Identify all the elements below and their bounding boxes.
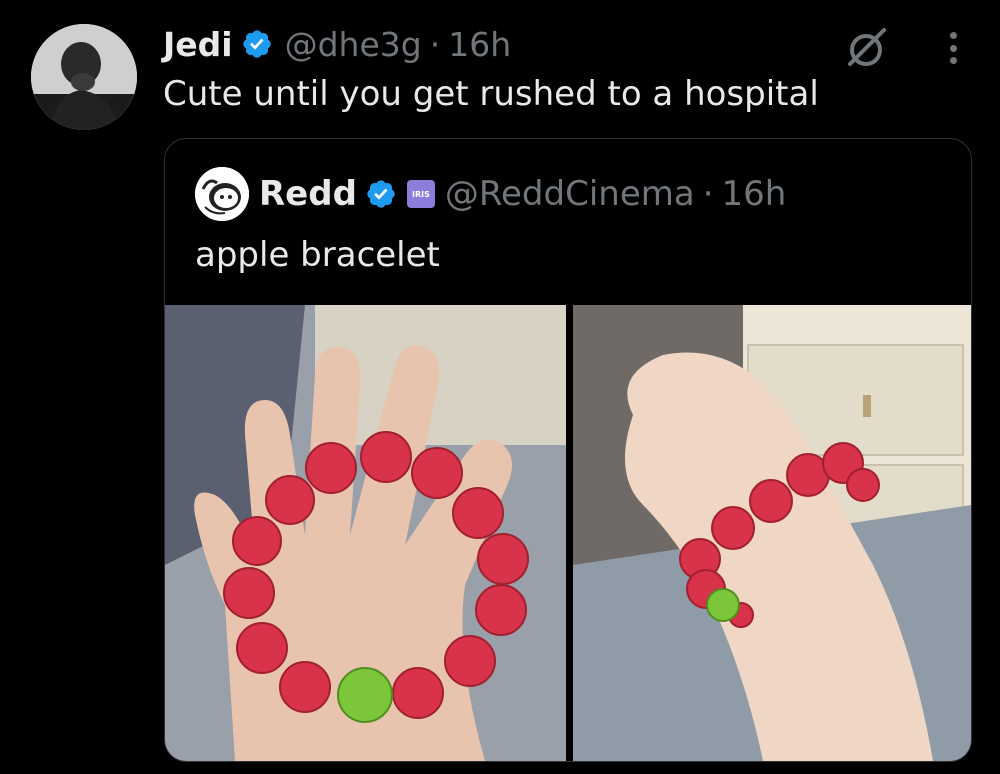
quoted-author-handle[interactable]: @ReddCinema [445,174,695,214]
more-options-icon[interactable] [936,28,970,68]
quoted-tweet-text: apple bracelet [195,235,440,275]
apple-bracelet-wrist-photo [573,305,971,761]
quoted-tweet-header: Redd IRIS @ReddCinema · 16h [259,171,786,217]
author-name[interactable]: Jedi [163,25,233,64]
more-dot [949,32,957,39]
author-handle[interactable]: @dhe3g [285,25,422,64]
quoted-author-avatar[interactable] [195,167,249,221]
more-dot [949,57,957,64]
quoted-avatar-drawing [195,167,249,221]
avatar-photo [31,24,137,130]
tweet-time[interactable]: 16h [448,25,511,64]
more-dot [949,44,957,52]
quoted-author-name[interactable]: Redd [259,174,357,214]
meta-separator: · [429,24,441,64]
quoted-tweet-card[interactable]: Redd IRIS @ReddCinema · 16h apple bracel… [164,138,972,762]
verified-badge-icon [365,178,397,210]
affiliate-badge-icon: IRIS [406,180,435,208]
meta-separator: · [702,174,714,214]
apple-bracelet-hand-photo [165,305,566,761]
grok-icon[interactable] [842,24,890,72]
tweet-header: Jedi @dhe3g · 16h [163,22,511,66]
tweet-text: Cute until you get rushed to a hospital [163,74,819,114]
media-photo-left[interactable] [165,305,566,761]
verified-badge-icon [241,28,273,60]
media-photo-right[interactable] [573,305,971,761]
author-avatar[interactable] [31,24,137,130]
quoted-tweet-time[interactable]: 16h [722,174,787,214]
